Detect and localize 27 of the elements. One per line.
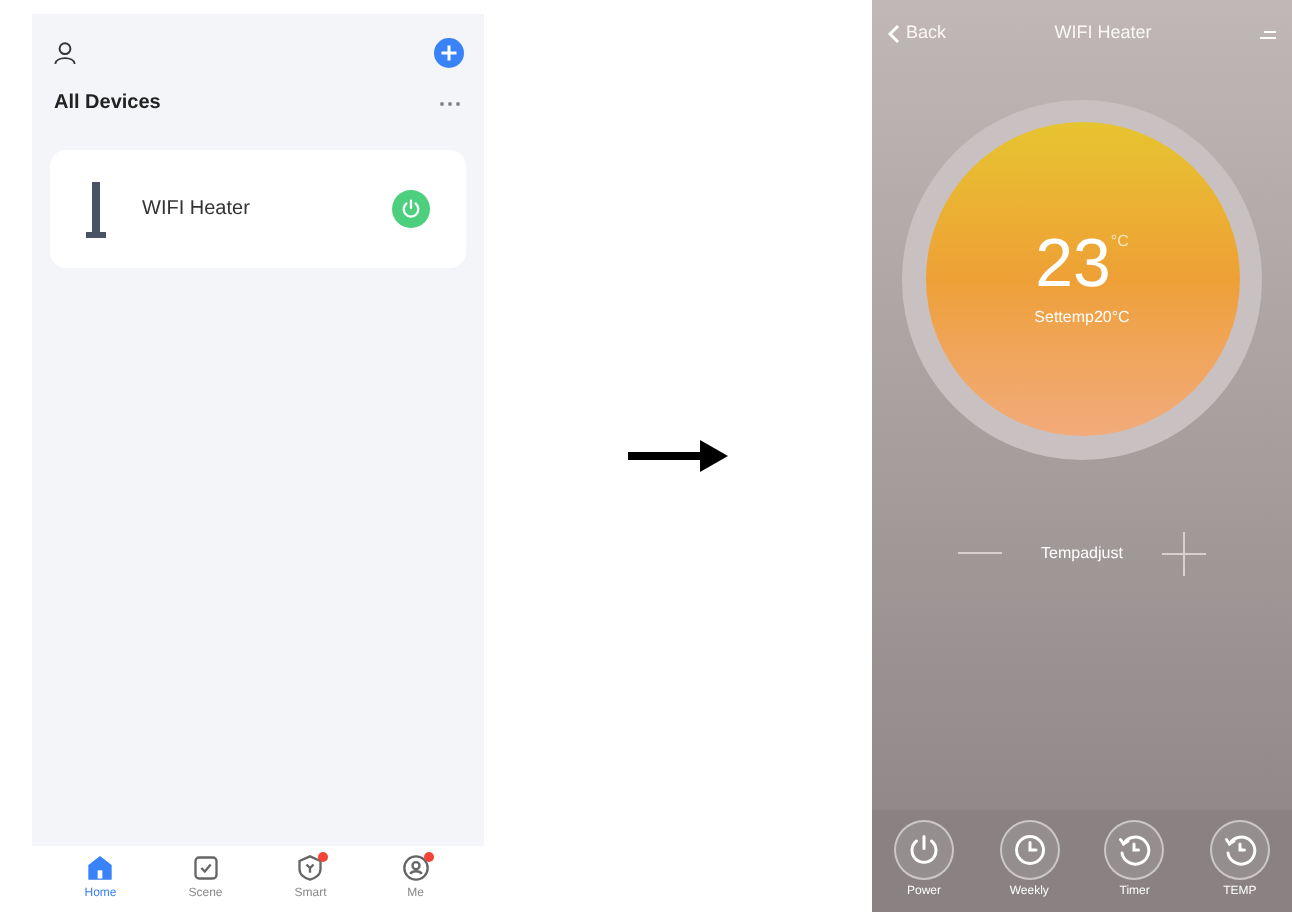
more-icon[interactable] bbox=[438, 99, 462, 107]
plus-icon[interactable] bbox=[1162, 531, 1207, 575]
add-icon[interactable] bbox=[434, 38, 464, 68]
timer-icon bbox=[1221, 832, 1258, 868]
clock-icon bbox=[1011, 832, 1048, 868]
temperature-unit: °C bbox=[1110, 229, 1129, 253]
menu-icon[interactable] bbox=[1260, 25, 1276, 42]
device-card[interactable]: WIFI Heater bbox=[50, 150, 466, 268]
current-temperature: 23 bbox=[1035, 229, 1111, 297]
heater-icon bbox=[86, 181, 106, 237]
home-icon bbox=[86, 854, 115, 882]
screen-title: WIFI Heater bbox=[1054, 20, 1152, 46]
timer-icon bbox=[1116, 832, 1153, 868]
section-title: All Devices bbox=[54, 90, 161, 118]
minus-icon[interactable] bbox=[957, 551, 1002, 555]
checkbox-icon bbox=[191, 854, 220, 882]
device-name: WIFI Heater bbox=[142, 196, 252, 224]
shield-icon bbox=[296, 854, 325, 882]
power-button[interactable] bbox=[392, 190, 430, 228]
set-temperature: Settemp20°C bbox=[1034, 305, 1130, 329]
user-icon[interactable] bbox=[52, 40, 78, 66]
chevron-left-icon bbox=[888, 23, 902, 44]
power-icon bbox=[906, 832, 942, 868]
profile-icon bbox=[401, 854, 430, 882]
adjust-label: Tempadjust bbox=[1041, 541, 1123, 565]
arrow-icon bbox=[628, 440, 728, 472]
power-icon bbox=[400, 198, 422, 220]
